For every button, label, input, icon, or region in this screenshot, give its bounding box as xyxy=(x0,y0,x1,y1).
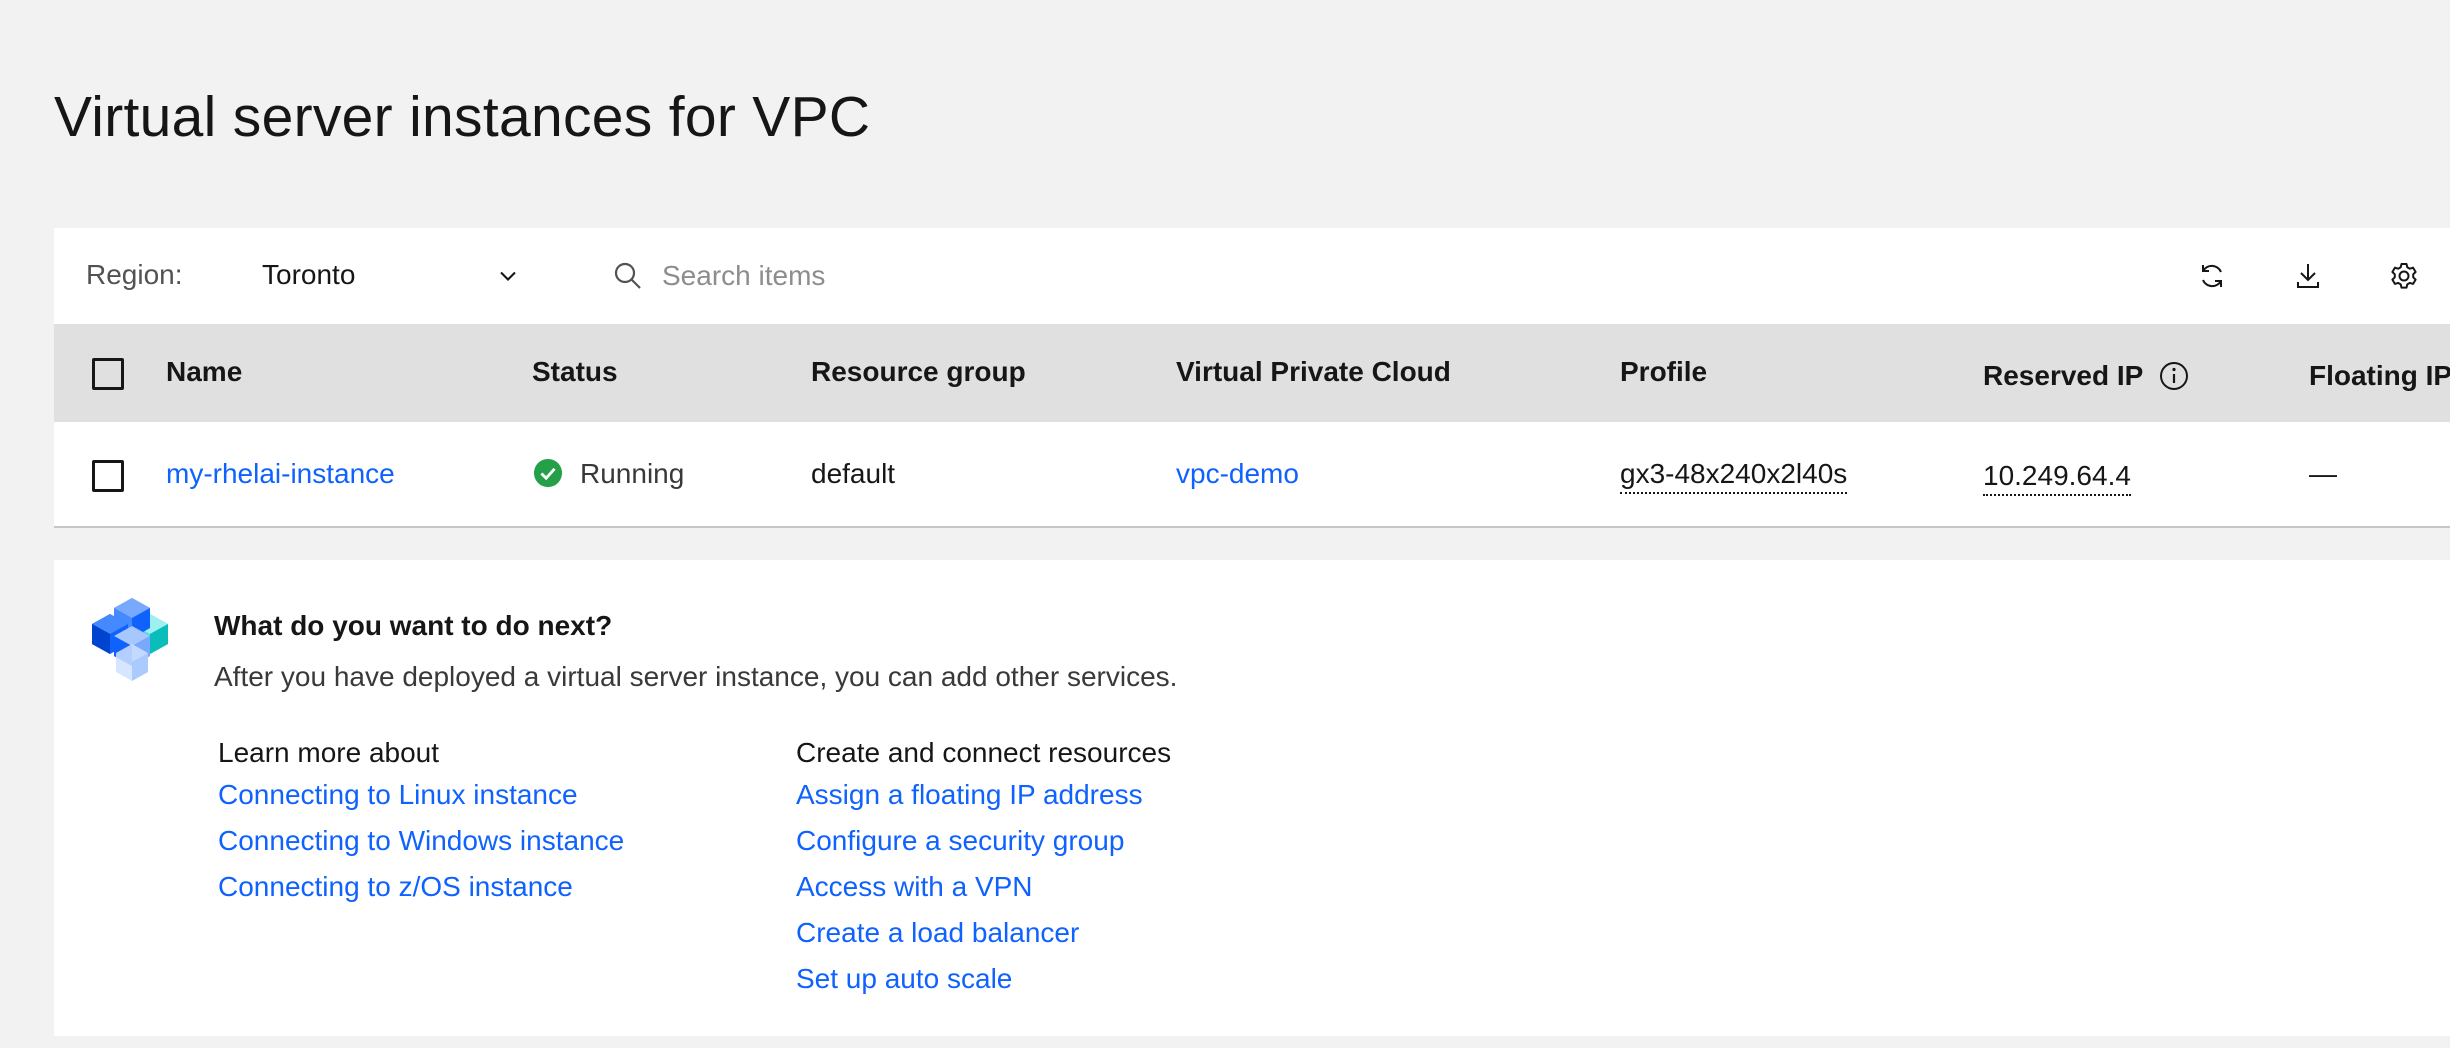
next-steps-panel: What do you want to do next? After you h… xyxy=(54,560,2450,1036)
link-configure-security-group[interactable]: Configure a security group xyxy=(796,818,1171,864)
create-connect-heading: Create and connect resources xyxy=(796,737,1172,768)
link-connecting-zos[interactable]: Connecting to z/OS instance xyxy=(218,864,624,910)
select-all-checkbox[interactable] xyxy=(92,358,124,390)
column-header-resource-group[interactable]: Resource group xyxy=(811,356,1026,388)
info-icon[interactable] xyxy=(2158,360,2190,392)
link-assign-floating-ip[interactable]: Assign a floating IP address xyxy=(796,772,1171,818)
region-value: Toronto xyxy=(262,259,356,290)
learn-more-heading: Learn more about xyxy=(218,737,440,768)
refresh-button[interactable] xyxy=(2184,248,2240,304)
chevron-down-icon xyxy=(500,271,516,281)
link-create-load-balancer[interactable]: Create a load balancer xyxy=(796,910,1171,956)
status-text: Running xyxy=(580,458,685,489)
link-set-up-auto-scale[interactable]: Set up auto scale xyxy=(796,956,1171,1002)
download-icon xyxy=(2297,264,2319,288)
instance-name-link[interactable]: my-rhelai-instance xyxy=(166,458,395,490)
floating-ip-value: — xyxy=(2309,458,2337,489)
link-access-vpn[interactable]: Access with a VPN xyxy=(796,864,1171,910)
link-connecting-windows[interactable]: Connecting to Windows instance xyxy=(218,818,624,864)
column-header-floating-ip[interactable]: Floating IP xyxy=(2309,360,2450,392)
next-steps-description: After you have deployed a virtual server… xyxy=(214,661,1178,692)
create-connect-column: Create and connect resources Assign a fl… xyxy=(796,736,1171,1002)
column-header-reserved-ip[interactable]: Reserved IP xyxy=(1983,360,2143,392)
table-toolbar: Region: Toronto xyxy=(54,228,2450,324)
download-button[interactable] xyxy=(2280,248,2336,304)
column-header-name[interactable]: Name xyxy=(166,356,242,388)
region-dropdown[interactable]: Toronto xyxy=(262,248,532,304)
reserved-ip-value[interactable]: 10.249.64.4 xyxy=(1983,460,2131,496)
column-header-vpc[interactable]: Virtual Private Cloud xyxy=(1176,356,1451,388)
next-steps-title: What do you want to do next? xyxy=(214,610,613,641)
region-label: Region: xyxy=(86,259,183,290)
cubes-icon xyxy=(92,598,168,681)
learn-more-column: Learn more about Connecting to Linux ins… xyxy=(218,736,624,910)
vpc-link[interactable]: vpc-demo xyxy=(1176,458,1299,490)
settings-button[interactable] xyxy=(2376,248,2432,304)
search-input[interactable] xyxy=(662,250,1562,302)
column-header-status[interactable]: Status xyxy=(532,356,618,388)
row-checkbox[interactable] xyxy=(92,460,124,492)
table-header: Name Status Resource group Virtual Priva… xyxy=(54,324,2450,422)
refresh-icon xyxy=(2202,264,2222,288)
column-header-profile[interactable]: Profile xyxy=(1620,356,1707,388)
profile-value[interactable]: gx3-48x240x2l40s xyxy=(1620,458,1848,494)
checkmark-filled-icon xyxy=(533,458,563,488)
settings-icon xyxy=(2391,263,2417,289)
link-connecting-linux[interactable]: Connecting to Linux instance xyxy=(218,772,624,818)
resource-group-value: default xyxy=(811,458,896,489)
search-icon xyxy=(614,262,641,289)
page-title: Virtual server instances for VPC xyxy=(54,85,871,149)
table-row: my-rhelai-instance Running default vpc-d… xyxy=(54,422,2450,528)
